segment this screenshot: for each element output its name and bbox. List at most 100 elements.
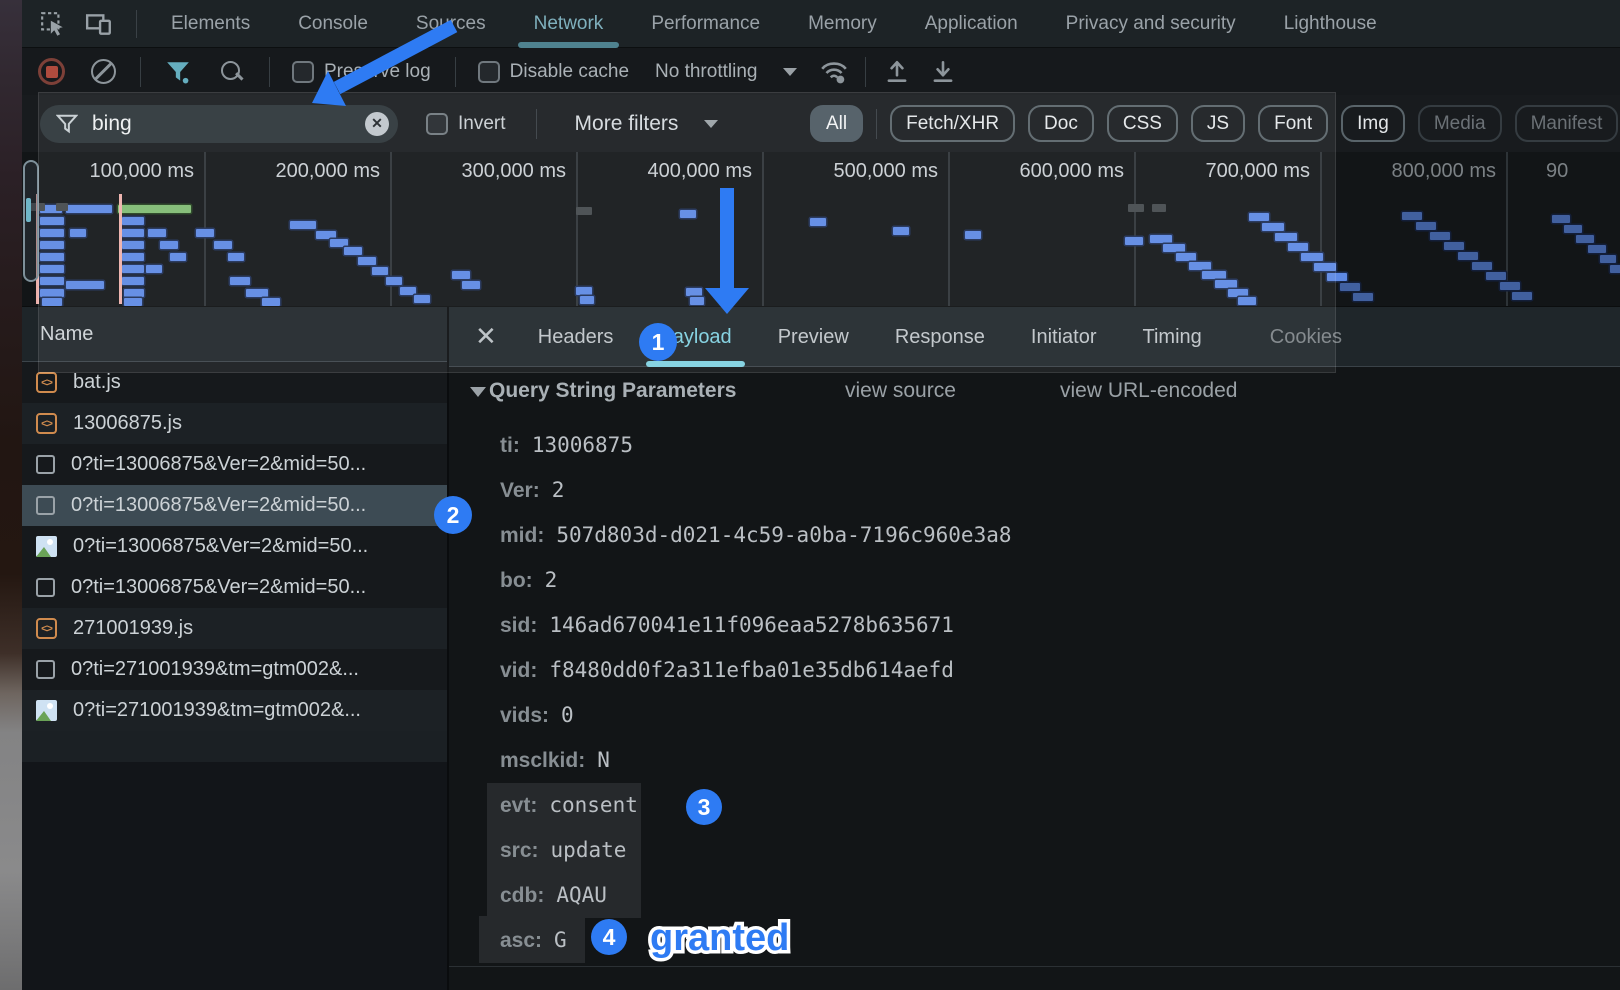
tab-performance[interactable]: Performance <box>627 0 784 48</box>
record-icon[interactable] <box>38 58 65 85</box>
chip-img[interactable]: Img <box>1341 105 1405 142</box>
table-row[interactable]: 0?ti=13006875&Ver=2&mid=50... <box>22 444 447 485</box>
name-column-header[interactable]: Name <box>22 307 447 362</box>
network-conditions-icon[interactable] <box>819 57 849 87</box>
param-key: Ver <box>500 479 540 502</box>
tab-privacy-and-security[interactable]: Privacy and security <box>1042 0 1260 48</box>
tab-lighthouse[interactable]: Lighthouse <box>1260 0 1401 48</box>
import-har-icon[interactable] <box>882 57 912 87</box>
filter-input[interactable] <box>90 111 365 137</box>
chip-doc[interactable]: Doc <box>1028 105 1094 142</box>
script-file-icon: <> <box>36 413 57 434</box>
param-row: vidf8480dd0f2a311efba01e35db614aefd <box>449 648 1620 693</box>
view-source-link[interactable]: view source <box>845 379 956 403</box>
invert-checkbox[interactable] <box>426 113 448 135</box>
tab-response[interactable]: Response <box>872 307 1008 367</box>
waterfall-bar <box>1262 223 1284 231</box>
table-row-selected[interactable]: 0?ti=13006875&Ver=2&mid=50... <box>22 485 447 526</box>
divider <box>269 57 270 87</box>
chip-media[interactable]: Media <box>1418 105 1502 142</box>
param-key: mid <box>500 524 544 547</box>
tab-console[interactable]: Console <box>274 0 392 48</box>
waterfall-bar <box>66 205 112 213</box>
devtools-tab-bar: Elements Console Sources Network Perform… <box>22 0 1620 48</box>
waterfall-bar <box>1275 233 1297 241</box>
param-value: 507d803d-d021-4c59-a0ba-7196c960e3a8 <box>556 523 1011 547</box>
waterfall-bar <box>344 247 362 255</box>
close-icon[interactable]: ✕ <box>449 321 515 352</box>
waterfall-bar <box>686 288 702 296</box>
chevron-down-icon[interactable] <box>704 120 718 128</box>
waterfall-gridline <box>1134 152 1136 306</box>
table-row[interactable]: 0?ti=271001939&tm=gtm002&... <box>22 690 447 731</box>
tab-sources[interactable]: Sources <box>392 0 510 48</box>
tab-elements[interactable]: Elements <box>147 0 274 48</box>
more-filters-button[interactable]: More filters <box>575 112 679 136</box>
waterfall-bar <box>1249 213 1269 221</box>
tab-label: Privacy and security <box>1066 13 1236 34</box>
chevron-down-icon[interactable] <box>783 68 797 76</box>
waterfall-bar <box>1301 253 1323 261</box>
tab-memory[interactable]: Memory <box>784 0 901 48</box>
tab-initiator[interactable]: Initiator <box>1008 307 1120 367</box>
chip-fetch-xhr[interactable]: Fetch/XHR <box>890 105 1015 142</box>
clear-icon[interactable] <box>91 59 116 84</box>
search-icon[interactable] <box>219 59 245 85</box>
device-toolbar-icon[interactable] <box>84 9 114 39</box>
waterfall-bar <box>1486 272 1506 280</box>
chip-font[interactable]: Font <box>1258 105 1328 142</box>
table-row[interactable]: <>13006875.js <box>22 403 447 444</box>
param-key: src <box>500 839 539 862</box>
waterfall-gridline <box>948 152 950 306</box>
chip-manifest[interactable]: Manifest <box>1515 105 1619 142</box>
table-row[interactable]: 0?ti=271001939&tm=gtm002&... <box>22 649 447 690</box>
waterfall-bar <box>1552 215 1570 223</box>
disable-cache-checkbox[interactable] <box>478 61 500 83</box>
chevron-down-icon[interactable] <box>470 387 486 397</box>
export-har-icon[interactable] <box>928 57 958 87</box>
table-row[interactable]: 0?ti=13006875&Ver=2&mid=50... <box>22 526 447 567</box>
waterfall-tick-label: 90 <box>1546 160 1568 184</box>
view-url-encoded-link[interactable]: view URL-encoded <box>1060 379 1237 403</box>
waterfall-bar <box>40 289 64 297</box>
tab-network[interactable]: Network <box>510 0 628 48</box>
divider <box>136 10 137 38</box>
chip-js[interactable]: JS <box>1191 105 1245 142</box>
network-overview-waterfall[interactable]: 100,000 ms200,000 ms300,000 ms400,000 ms… <box>22 152 1620 307</box>
request-name: 271001939.js <box>73 617 193 640</box>
tab-headers[interactable]: Headers <box>515 307 637 367</box>
param-key: msclkid <box>500 749 585 772</box>
tab-timing[interactable]: Timing <box>1119 307 1224 367</box>
image-file-icon <box>36 536 57 557</box>
table-row[interactable]: <>271001939.js <box>22 608 447 649</box>
waterfall-bar <box>40 253 64 261</box>
tab-application[interactable]: Application <box>901 0 1042 48</box>
waterfall-bar <box>42 298 62 306</box>
waterfall-tick-label: 200,000 ms <box>220 160 380 184</box>
waterfall-bar <box>893 227 909 235</box>
throttling-select[interactable]: No throttling <box>655 61 757 83</box>
overview-drag-handle[interactable] <box>23 160 39 282</box>
filter-text-field[interactable]: ✕ <box>40 105 398 143</box>
preserve-log-checkbox[interactable] <box>292 61 314 83</box>
divider <box>449 966 1620 967</box>
param-row: bo2 <box>449 558 1620 603</box>
tab-label: Cookies <box>1270 326 1342 348</box>
inspect-element-icon[interactable] <box>38 9 68 39</box>
tab-preview[interactable]: Preview <box>755 307 872 367</box>
waterfall-bar <box>414 295 430 303</box>
script-file-icon: <> <box>36 372 57 393</box>
chip-css[interactable]: CSS <box>1107 105 1178 142</box>
tab-cookies[interactable]: Cookies <box>1247 307 1365 367</box>
table-row[interactable]: <>bat.js <box>22 362 447 403</box>
step-badge-4: 4 <box>591 919 627 955</box>
chip-all[interactable]: All <box>810 105 863 142</box>
filter-icon[interactable] <box>163 57 193 87</box>
waterfall-bar <box>1472 262 1492 270</box>
request-table: Name <>bat.js <>13006875.js 0?ti=1300687… <box>22 307 447 990</box>
waterfall-bar <box>122 277 144 285</box>
table-row[interactable]: 0?ti=13006875&Ver=2&mid=50... <box>22 567 447 608</box>
generic-file-icon <box>36 660 55 679</box>
waterfall-bar <box>1576 235 1594 243</box>
clear-filter-icon[interactable]: ✕ <box>365 112 389 136</box>
